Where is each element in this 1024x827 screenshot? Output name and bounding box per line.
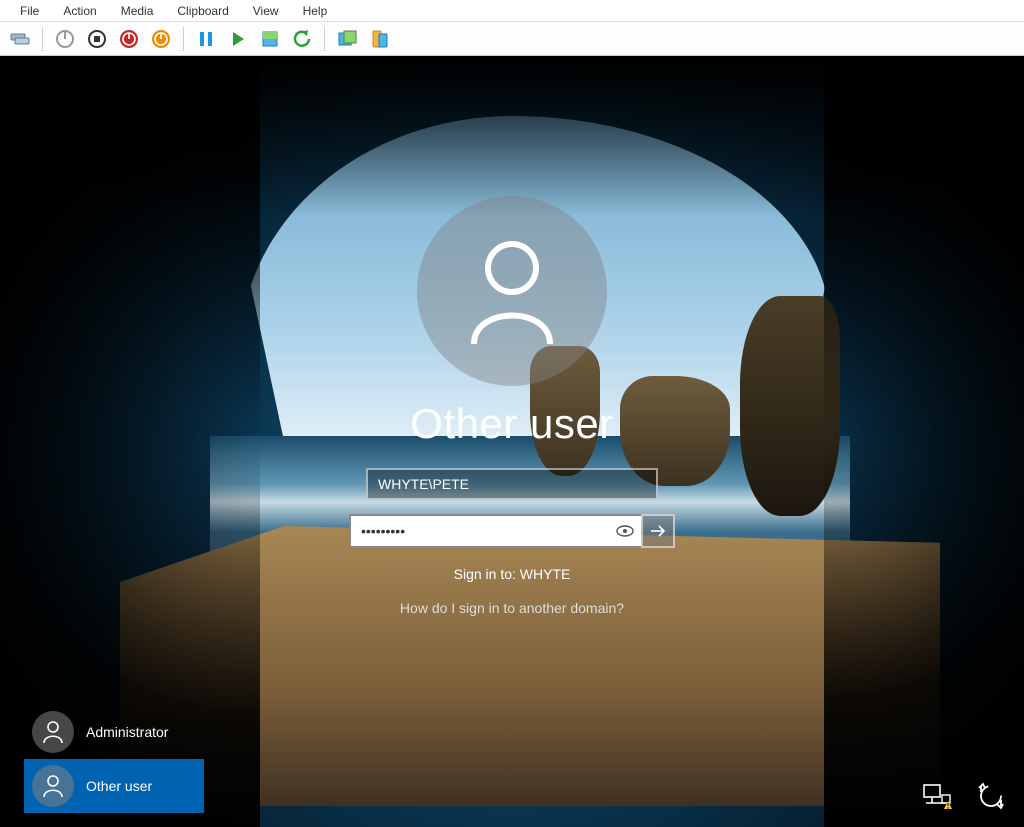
shutdown-red-icon[interactable] (115, 25, 143, 53)
toolbar-separator (324, 27, 325, 51)
user-tile-label: Other user (86, 778, 152, 794)
pause-icon[interactable] (192, 25, 220, 53)
menu-media[interactable]: Media (109, 2, 166, 20)
user-avatar-small (32, 711, 74, 753)
user-switcher: Administrator Other user (24, 705, 204, 813)
user-tile-other-user[interactable]: Other user (24, 759, 204, 813)
menu-action[interactable]: Action (51, 2, 108, 20)
login-title: Other user (410, 400, 613, 448)
stop-icon[interactable] (83, 25, 111, 53)
user-tile-label: Administrator (86, 724, 168, 740)
toolbar-separator (183, 27, 184, 51)
submit-arrow-button[interactable] (641, 514, 675, 548)
reveal-password-icon[interactable] (609, 514, 641, 548)
person-icon (462, 236, 562, 346)
network-status-icon[interactable] (920, 781, 954, 811)
menu-file[interactable]: File (8, 2, 51, 20)
ease-of-access-icon[interactable] (974, 781, 1008, 811)
user-tile-administrator[interactable]: Administrator (24, 705, 204, 759)
user-avatar (417, 196, 607, 386)
password-input[interactable] (349, 514, 609, 548)
menu-help[interactable]: Help (291, 2, 340, 20)
person-icon (42, 774, 64, 798)
menu-view[interactable]: View (241, 2, 291, 20)
corner-controls (920, 781, 1008, 811)
vm-screen: Other user Sign in to: WHYTE How do I si… (0, 56, 1024, 827)
signin-domain-label: Sign in to: WHYTE (454, 566, 571, 582)
play-icon[interactable] (224, 25, 252, 53)
toolbar (0, 22, 1024, 56)
power-grey-icon[interactable] (51, 25, 79, 53)
username-input[interactable] (366, 468, 658, 500)
other-domain-link[interactable]: How do I sign in to another domain? (400, 600, 624, 616)
revert-icon[interactable] (288, 25, 316, 53)
share-icon[interactable] (365, 25, 393, 53)
person-icon (42, 720, 64, 744)
server-icon[interactable] (6, 25, 34, 53)
password-row (349, 514, 675, 548)
user-avatar-small (32, 765, 74, 807)
menu-clipboard[interactable]: Clipboard (165, 2, 240, 20)
menu-bar: File Action Media Clipboard View Help (0, 0, 1024, 22)
reset-orange-icon[interactable] (147, 25, 175, 53)
snapshot-icon[interactable] (256, 25, 284, 53)
enhanced-session-icon[interactable] (333, 25, 361, 53)
toolbar-separator (42, 27, 43, 51)
